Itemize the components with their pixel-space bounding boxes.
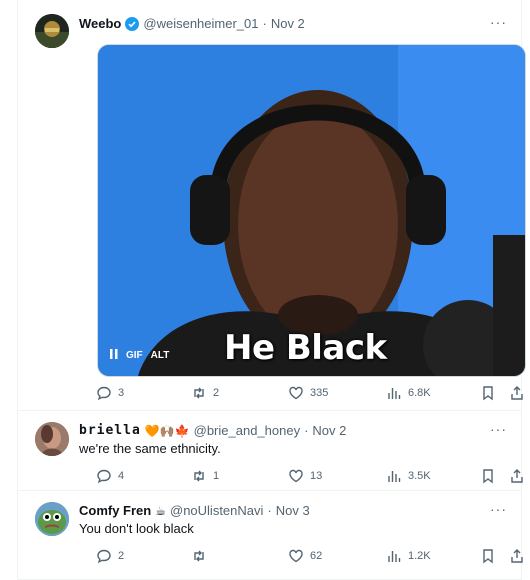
share-button[interactable] (509, 385, 525, 401)
reply-button[interactable]: 2 (96, 548, 124, 564)
bookmark-button[interactable] (480, 468, 496, 484)
bookmark-icon (483, 469, 493, 484)
views-icon (388, 471, 401, 482)
retweet-icon (194, 470, 204, 482)
name-emoji: ☕ (155, 503, 166, 518)
share-button[interactable] (509, 468, 525, 484)
like-count: 335 (310, 387, 329, 399)
more-icon[interactable]: ··· (490, 14, 507, 30)
tweet-main[interactable]: Weebo @weisenheimer_01 · Nov 2 ··· GIF A… (18, 0, 526, 411)
bookmark-button[interactable] (480, 385, 496, 401)
bookmark-icon (483, 386, 493, 401)
views-count: 3.5K (408, 470, 431, 482)
author-name[interactable]: Weebo (79, 16, 121, 31)
like-button[interactable]: 62 (288, 548, 322, 564)
reply-button[interactable]: 3 (96, 385, 124, 401)
author-handle[interactable]: @noUlistenNavi (170, 503, 263, 518)
gif-caption: He Black (224, 328, 387, 368)
like-button[interactable]: 13 (288, 468, 322, 484)
pause-icon[interactable] (110, 349, 118, 362)
share-icon (511, 469, 523, 483)
retweet-icon (194, 550, 204, 562)
reply-button[interactable]: 4 (96, 468, 124, 484)
gif-frame-image (98, 45, 525, 376)
author-handle[interactable]: @brie_and_honey (194, 423, 300, 438)
heart-icon (289, 549, 303, 563)
retweet-button[interactable]: 2 (191, 385, 219, 401)
bookmark-button[interactable] (480, 548, 496, 564)
like-button[interactable]: 335 (288, 385, 328, 401)
like-count: 13 (310, 470, 323, 482)
views-button[interactable]: 1.2K (386, 548, 431, 564)
reply-icon (97, 469, 111, 484)
share-button[interactable] (509, 548, 525, 564)
retweet-button[interactable] (191, 548, 213, 564)
reply-tweet[interactable]: Comfy Fren ☕ @noUlistenNavi · Nov 3 ··· … (18, 490, 523, 580)
retweet-button[interactable]: 1 (191, 468, 219, 484)
retweet-count: 1 (213, 470, 220, 482)
tweet-date[interactable]: Nov 2 (271, 16, 305, 31)
separator: · (262, 16, 267, 31)
tweet-text: You don't look black (79, 521, 194, 536)
author-name[interactable]: Comfy Fren (79, 503, 151, 518)
separator: · (304, 423, 309, 438)
share-icon (511, 549, 523, 563)
name-emoji: 🧡🙌🏽🍁 (144, 423, 190, 438)
reply-count: 3 (118, 387, 125, 399)
retweet-icon (194, 387, 204, 399)
heart-icon (289, 469, 303, 483)
like-count: 62 (310, 550, 323, 562)
tweet-gif[interactable]: GIF ALT He Black (97, 44, 526, 377)
views-count: 1.2K (408, 550, 431, 562)
action-bar: 4 1 13 3.5K (96, 468, 528, 486)
separator: · (267, 503, 272, 518)
views-button[interactable]: 3.5K (386, 468, 431, 484)
avatar[interactable] (35, 14, 69, 48)
heart-icon (289, 386, 303, 400)
tweet-date[interactable]: Nov 2 (312, 423, 346, 438)
reply-tweet[interactable]: briella 🧡🙌🏽🍁 @brie_and_honey · Nov 2 ···… (18, 410, 523, 491)
action-bar: 2 62 1.2K (96, 548, 528, 566)
avatar[interactable] (35, 422, 69, 456)
retweet-count: 2 (213, 387, 220, 399)
tweet-text: we're the same ethnicity. (79, 441, 221, 456)
views-count: 6.8K (408, 387, 431, 399)
reply-icon (97, 549, 111, 564)
more-icon[interactable]: ··· (490, 421, 507, 437)
reply-count: 4 (118, 470, 125, 482)
bookmark-icon (483, 549, 493, 564)
views-icon (388, 388, 401, 399)
gif-badge: GIF (126, 350, 143, 361)
views-button[interactable]: 6.8K (386, 385, 431, 401)
alt-badge[interactable]: ALT (151, 350, 170, 361)
tweet-date[interactable]: Nov 3 (276, 503, 310, 518)
more-icon[interactable]: ··· (490, 501, 507, 517)
views-icon (388, 551, 401, 562)
avatar[interactable] (35, 502, 69, 536)
verified-badge-icon (125, 16, 140, 31)
author-name[interactable]: briella (79, 423, 141, 438)
action-bar: 3 2 335 6.8K (96, 385, 528, 403)
share-icon (511, 386, 523, 400)
reply-icon (97, 386, 111, 401)
author-handle[interactable]: @weisenheimer_01 (143, 16, 258, 31)
reply-count: 2 (118, 550, 125, 562)
